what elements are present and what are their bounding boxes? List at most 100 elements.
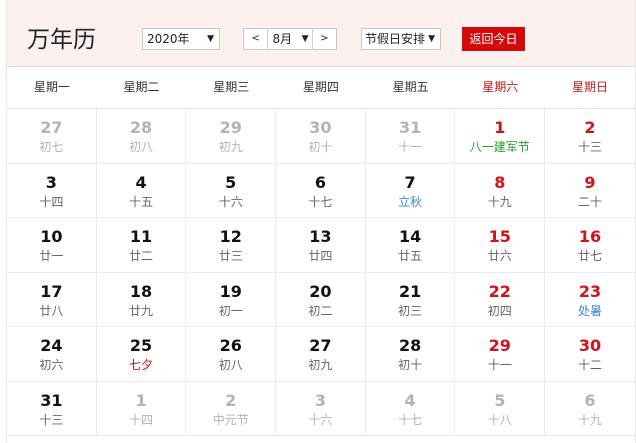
calendar-week-row: 31 十三 1 十四 2 中元节 3 十六 4 十七 5 十八 6 十九 bbox=[7, 381, 635, 436]
holiday-select[interactable]: 节假日安排 ▼ bbox=[361, 28, 441, 50]
day-number: 29 bbox=[488, 336, 511, 355]
calendar-day-cell[interactable]: 30 十二 bbox=[545, 327, 635, 381]
lunar-date: 十一 bbox=[487, 358, 512, 372]
lunar-date: 十九 bbox=[487, 194, 512, 209]
calendar-day-cell[interactable]: 31 十一 bbox=[366, 109, 456, 163]
day-number: 14 bbox=[398, 227, 422, 246]
calendar-week-row: 10 廿一 11 廿二 12 廿三 13 廿四 14 廿五 15 廿六 16 廿七 bbox=[7, 218, 635, 273]
lunar-date: 初九 bbox=[218, 140, 243, 154]
lunar-date: 处暑 bbox=[577, 303, 602, 318]
day-number: 1 bbox=[135, 390, 147, 410]
calendar-week-row: 3 十四 4 十五 5 十六 6 十七 7 立秋 8 十九 9 二十 bbox=[7, 163, 635, 218]
day-number: 31 bbox=[40, 390, 63, 410]
calendar-day-cell[interactable]: 20 初二 bbox=[276, 272, 366, 326]
lunar-date: 十三 bbox=[577, 140, 602, 154]
calendar-day-cell[interactable]: 19 初一 bbox=[186, 272, 277, 326]
calendar-day-cell[interactable]: 4 十五 bbox=[97, 163, 187, 217]
calendar-day-cell[interactable]: 23 处暑 bbox=[545, 273, 635, 327]
back-to-today-button[interactable]: 返回今日 bbox=[462, 27, 525, 51]
calendar-day-cell[interactable]: 27 初九 bbox=[276, 327, 366, 381]
lunar-date: 中元节 bbox=[212, 412, 249, 427]
year-select-value: 2020年 bbox=[147, 32, 190, 46]
calendar-day-cell[interactable]: 29 十一 bbox=[455, 327, 546, 381]
day-number: 10 bbox=[40, 227, 63, 246]
calendar-day-cell[interactable]: 2 十三 bbox=[545, 109, 635, 163]
day-number: 6 bbox=[584, 390, 596, 410]
calendar-day-cell[interactable]: 25 七夕 bbox=[97, 327, 187, 381]
calendar-day-cell[interactable]: 26 初八 bbox=[186, 327, 277, 381]
next-month-button[interactable]: > bbox=[311, 29, 336, 49]
day-number: 30 bbox=[578, 336, 602, 355]
calendar-day-cell[interactable]: 14 廿五 bbox=[366, 218, 456, 272]
lunar-date: 初八 bbox=[218, 358, 243, 372]
month-select[interactable]: 8月 ▼ bbox=[268, 29, 311, 49]
lunar-date: 十五 bbox=[129, 194, 154, 209]
month-select-value: 8月 bbox=[272, 32, 293, 46]
lunar-date: 十七 bbox=[308, 194, 333, 209]
calendar-day-cell[interactable]: 11 廿二 bbox=[97, 218, 187, 272]
calendar-day-cell[interactable]: 31 十三 bbox=[7, 381, 97, 435]
calendar-day-cell[interactable]: 13 廿四 bbox=[276, 218, 366, 272]
lunar-date: 十六 bbox=[308, 412, 333, 427]
lunar-date: 廿七 bbox=[577, 249, 602, 263]
day-number: 19 bbox=[219, 281, 242, 301]
year-select[interactable]: 2020年 ▼ bbox=[142, 28, 220, 50]
day-number: 25 bbox=[129, 336, 153, 355]
calendar-day-cell[interactable]: 5 十八 bbox=[455, 381, 546, 435]
day-number: 15 bbox=[488, 227, 511, 246]
calendar-day-cell[interactable]: 3 十四 bbox=[7, 163, 97, 217]
calendar-day-cell[interactable]: 22 初四 bbox=[455, 272, 546, 326]
lunar-date: 十四 bbox=[39, 194, 64, 209]
calendar-day-cell[interactable]: 5 十六 bbox=[186, 163, 277, 217]
calendar-day-cell[interactable]: 1 八一建军节 bbox=[455, 109, 546, 163]
calendar-title: 万年历 bbox=[27, 27, 96, 53]
calendar-day-cell[interactable]: 17 廿八 bbox=[7, 272, 97, 326]
weekday-label: 星期日 bbox=[571, 80, 608, 94]
lunar-date: 廿二 bbox=[129, 249, 154, 263]
weekday-label: 星期四 bbox=[302, 80, 339, 94]
day-number: 22 bbox=[488, 281, 511, 301]
calendar-day-cell[interactable]: 28 初十 bbox=[366, 327, 456, 381]
chevron-down-icon: ▼ bbox=[301, 34, 309, 44]
day-number: 9 bbox=[584, 172, 596, 192]
chevron-down-icon: ▼ bbox=[428, 34, 435, 44]
calendar-day-cell[interactable]: 16 廿七 bbox=[545, 218, 635, 272]
weekday-label: 星期一 bbox=[33, 80, 70, 94]
calendar-day-cell[interactable]: 15 廿六 bbox=[455, 218, 546, 272]
calendar-day-cell[interactable]: 1 十四 bbox=[97, 381, 187, 435]
day-number: 23 bbox=[578, 281, 602, 301]
weekday-header-row: 星期一 星期二 星期三 星期四 星期五 星期六 星期日 bbox=[7, 67, 635, 109]
lunar-date: 十四 bbox=[129, 412, 154, 427]
prev-month-button[interactable]: < bbox=[244, 29, 269, 49]
calendar-day-cell[interactable]: 6 十九 bbox=[545, 382, 635, 436]
calendar-day-cell[interactable]: 12 廿三 bbox=[186, 218, 277, 272]
lunar-date: 七夕 bbox=[129, 358, 154, 372]
calendar-day-cell[interactable]: 3 十六 bbox=[276, 381, 366, 435]
calendar-day-cell[interactable]: 21 初三 bbox=[366, 272, 456, 326]
lunar-date: 十一 bbox=[398, 140, 423, 154]
calendar-day-cell[interactable]: 7 立秋 bbox=[366, 163, 456, 217]
day-number: 5 bbox=[225, 172, 237, 192]
day-number: 20 bbox=[309, 281, 332, 301]
calendar-day-cell[interactable]: 24 初六 bbox=[7, 327, 97, 381]
calendar-day-cell[interactable]: 29 初九 bbox=[186, 109, 277, 163]
calendar-day-cell[interactable]: 9 二十 bbox=[545, 164, 635, 218]
day-number: 31 bbox=[398, 118, 422, 137]
calendar-day-cell[interactable]: 2 中元节 bbox=[186, 381, 277, 435]
calendar-day-cell[interactable]: 4 十七 bbox=[366, 381, 456, 435]
calendar-day-cell[interactable]: 8 十九 bbox=[455, 163, 546, 217]
calendar-day-cell[interactable]: 18 廿九 bbox=[97, 272, 187, 326]
calendar-day-cell[interactable]: 30 初十 bbox=[276, 109, 366, 163]
lunar-date: 十九 bbox=[577, 412, 602, 427]
calendar-week-row: 27 初七 28 初八 29 初九 30 初十 31 十一 1 八一建军节 2 十三 bbox=[7, 109, 635, 164]
calendar-day-cell[interactable]: 27 初七 bbox=[7, 109, 97, 163]
lunar-date: 初九 bbox=[308, 358, 333, 372]
weekday-label: 星期二 bbox=[123, 80, 160, 94]
calendar-day-cell[interactable]: 10 廿一 bbox=[7, 218, 97, 272]
day-number: 1 bbox=[494, 118, 506, 137]
lunar-date: 廿六 bbox=[487, 249, 512, 263]
day-number: 16 bbox=[578, 227, 602, 246]
calendar-day-cell[interactable]: 28 初八 bbox=[97, 109, 187, 163]
calendar-day-cell[interactable]: 6 十七 bbox=[276, 163, 366, 217]
lunar-date: 廿四 bbox=[308, 249, 333, 263]
